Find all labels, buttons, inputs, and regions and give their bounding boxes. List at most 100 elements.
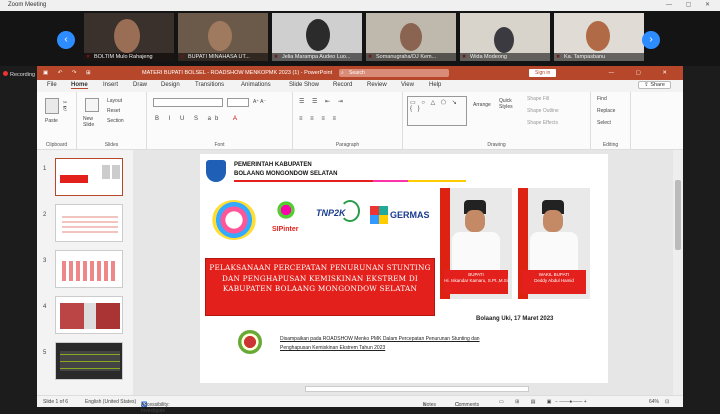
sign-in-button[interactable]: Sign in xyxy=(529,69,557,77)
paste-icon[interactable] xyxy=(45,98,59,114)
ppt-window-controls[interactable]: — ▢ ✕ xyxy=(609,66,677,80)
footer-line-1: Disampaikan pada ROADSHOW Menko PMK Dala… xyxy=(280,336,480,342)
share-button[interactable]: ⇪ Share xyxy=(638,81,671,89)
comments-label: Comments xyxy=(455,402,480,408)
replace-button[interactable]: Replace xyxy=(597,108,615,114)
participant-tile[interactable]: ✖ Ka. Tampasbanu xyxy=(554,13,644,61)
slide-thumbnail[interactable] xyxy=(55,158,123,196)
new-slide-button[interactable]: New Slide xyxy=(83,116,103,128)
tab-help[interactable]: Help xyxy=(429,82,441,88)
font-grow-icon[interactable]: A⁺ A⁻ xyxy=(253,99,266,105)
prev-page-button[interactable]: ‹ xyxy=(57,31,75,49)
font-size-select[interactable] xyxy=(227,98,249,107)
zoom-level[interactable]: 64% xyxy=(649,399,659,405)
kemenko-pmk-logo-icon xyxy=(238,330,262,354)
ribbon: Paste ✂ ⎘ Clipboard New Slide Layout Rese… xyxy=(37,92,683,150)
participant-tile[interactable]: ✖ BUPATI MINAHASA UT... xyxy=(178,13,268,61)
slide-number: 3 xyxy=(43,258,47,264)
wakil-name: Deddy Abdul Hamid xyxy=(534,278,574,283)
ribbon-tabs: File Home Insert Draw Design Transitions… xyxy=(37,80,683,92)
search-placeholder: Search xyxy=(349,70,365,76)
participant-name: Jelia Marampa Audeo Luo... xyxy=(272,53,362,61)
regency-emblem-icon xyxy=(206,160,226,182)
group-clipboard: Paste ✂ ⎘ Clipboard xyxy=(37,92,77,150)
horizontal-scrollbar[interactable] xyxy=(305,386,529,392)
section-button[interactable]: Section xyxy=(107,118,124,124)
tab-transitions[interactable]: Transitions xyxy=(195,82,224,88)
tab-animations[interactable]: Animations xyxy=(241,82,271,88)
arrange-button[interactable]: Arrange xyxy=(473,102,491,108)
recording-indicator[interactable]: Recording xyxy=(0,71,40,78)
shapes-icon: ▭ ○ △ ⬠ ↘ { } xyxy=(410,100,459,112)
tnp2k-swoosh-icon xyxy=(340,200,360,222)
participant-tile[interactable]: ✖ BOLTIM Mulo Rahajeng xyxy=(84,13,174,61)
list-icons[interactable]: ☰ ☰ ⇤ ⇥ xyxy=(299,98,346,105)
search-box[interactable]: ⌕ Search xyxy=(339,69,449,77)
shape-fill-button[interactable]: Shape Fill xyxy=(527,96,549,102)
bupati-photo: BUPATI Hi. Iskandar Kamaru, S.Pt.,M.Si xyxy=(440,188,512,299)
quick-access-icons[interactable]: ▣ ↶ ↷ ⊞ xyxy=(43,66,95,80)
slide-editor[interactable]: PEMERINTAH KABUPATEN BOLAANG MONGONDOW S… xyxy=(133,150,673,395)
group-editing: Find Replace Select Editing xyxy=(591,92,631,150)
paste-button[interactable]: Paste xyxy=(45,118,58,124)
select-button[interactable]: Select xyxy=(597,120,611,126)
align-icons[interactable]: ≡ ≡ ≡ ≡ xyxy=(299,116,339,122)
shapes-gallery[interactable]: ▭ ○ △ ⬠ ↘ { } xyxy=(407,96,467,126)
fit-slide-icon[interactable]: ⊡ xyxy=(665,399,669,405)
footer-line-2: Penghapusan Kemiskinan Ekstrem Tahun 202… xyxy=(280,345,386,351)
tab-draw[interactable]: Draw xyxy=(133,82,147,88)
view-buttons[interactable]: ▭ ⊞ ▤ ▣ xyxy=(499,399,557,405)
find-button[interactable]: Find xyxy=(597,96,607,102)
scrollbar-thumb[interactable] xyxy=(675,180,681,250)
slide-thumbnail[interactable] xyxy=(55,342,123,380)
tab-insert[interactable]: Insert xyxy=(103,82,118,88)
tab-home[interactable]: Home xyxy=(71,82,88,89)
bupati-name: Hi. Iskandar Kamaru, S.Pt.,M.Si xyxy=(444,278,508,283)
wakil-bupati-photo: WAKIL BUPATI Deddy Abdul Hamid xyxy=(518,188,590,299)
font-format-icons[interactable]: B I U S ab xyxy=(155,116,222,122)
zoom-slider[interactable]: − ——●—— + xyxy=(555,399,587,405)
font-name-select[interactable] xyxy=(153,98,223,107)
zoom-title: Zoom Meeting xyxy=(8,2,47,8)
wakil-caption: WAKIL BUPATI Deddy Abdul Hamid xyxy=(522,270,586,294)
tab-design[interactable]: Design xyxy=(161,82,180,88)
group-label: Editing xyxy=(602,142,619,148)
slide-thumbnail[interactable] xyxy=(55,250,123,288)
tab-view[interactable]: View xyxy=(401,82,414,88)
slide-thumbnails: 1 2 3 4 5 xyxy=(37,150,133,395)
header-line-1: PEMERINTAH KABUPATEN xyxy=(234,162,312,168)
title-box: PELAKSANAAN PERCEPATAN PENURUNAN STUNTIN… xyxy=(205,258,435,316)
participant-tile[interactable]: ✖ Somanugraha/DJ Kem... xyxy=(366,13,456,61)
tab-record[interactable]: Record xyxy=(333,82,352,88)
current-slide[interactable]: PEMERINTAH KABUPATEN BOLAANG MONGONDOW S… xyxy=(200,154,608,383)
slide-thumbnail[interactable] xyxy=(55,204,123,242)
participant-tile[interactable]: ✖ Jelia Marampa Audeo Luo... xyxy=(272,13,362,61)
slide-thumbnail[interactable] xyxy=(55,296,123,334)
participant-name: BOLTIM Mulo Rahajeng xyxy=(84,53,174,61)
slide-number: 2 xyxy=(43,212,47,218)
search-icon: ⌕ xyxy=(341,70,344,76)
cut-copy-icons[interactable]: ✂ ⎘ xyxy=(63,100,68,112)
sipinter-logo-text: SIPinter xyxy=(272,226,299,233)
font-color-icon[interactable]: A xyxy=(233,116,237,122)
quick-styles-button[interactable]: Quick Styles xyxy=(499,98,519,110)
tab-slide-show[interactable]: Slide Show xyxy=(289,82,319,88)
stunting-logo-icon xyxy=(212,200,256,240)
language-status[interactable]: English (United States) xyxy=(85,399,136,405)
reset-button[interactable]: Reset xyxy=(107,108,120,114)
slide-counter: Slide 1 of 6 xyxy=(43,399,69,405)
group-label: Paragraph xyxy=(335,142,360,148)
next-page-button[interactable]: › xyxy=(642,31,660,49)
shape-effects-button[interactable]: Shape Effects xyxy=(527,120,558,126)
window-controls[interactable]: — ▢ ✕ xyxy=(666,0,716,11)
group-slides: New Slide Layout Reset Section Slides xyxy=(77,92,147,150)
shape-outline-button[interactable]: Shape Outline xyxy=(527,108,559,114)
tab-file[interactable]: File xyxy=(47,82,57,88)
layout-button[interactable]: Layout xyxy=(107,98,122,104)
tab-review[interactable]: Review xyxy=(367,82,387,88)
recording-label: Recording xyxy=(10,72,36,78)
new-slide-icon[interactable] xyxy=(85,98,99,112)
header-rule xyxy=(234,180,466,182)
participant-tile[interactable]: ✖ Wida Modeong xyxy=(460,13,550,61)
vertical-scrollbar[interactable] xyxy=(673,150,683,395)
